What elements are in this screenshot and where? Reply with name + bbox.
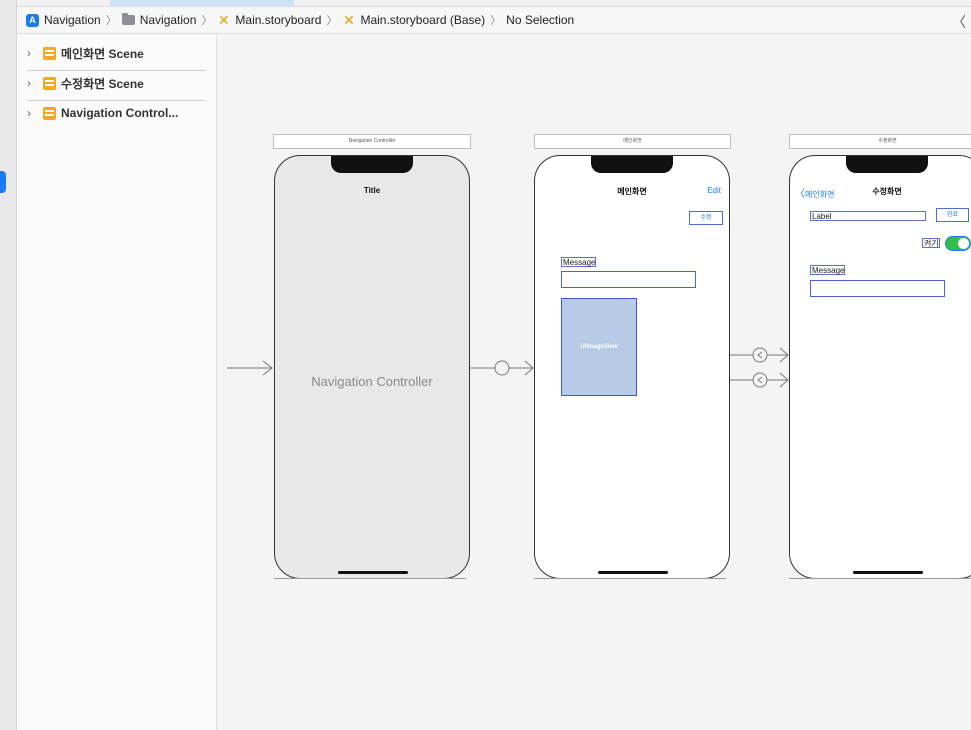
scene-icon [43,46,56,60]
breadcrumb-project[interactable]: A Navigation [26,13,101,27]
breadcrumb-chevron-icon: 〉 [105,15,117,27]
scene-header-main[interactable]: 메인화면 [534,134,731,149]
gutter-selection-marker [0,171,6,193]
breadcrumb-chevron-icon: 〉 [326,15,338,27]
image-view-label: UIImageView [580,344,618,350]
nav-title[interactable]: Title [275,186,469,195]
home-indicator [338,571,408,574]
disclosure-chevron-icon[interactable]: › [27,106,39,120]
home-indicator [598,571,668,574]
outline-item-label: 메인화면 Scene [61,46,144,61]
breadcrumb-storyboard-base-label: Main.storyboard (Base) [360,13,486,27]
outline-item-edit-scene[interactable]: › 수정화면 Scene [27,68,205,98]
navigation-controller-scene[interactable]: Title Navigation Controller [274,155,470,579]
storyboard-canvas[interactable]: Navigation Controller Title Navigation C… [217,35,971,730]
device-notch [591,156,673,173]
storyboard-icon: ✕ [218,11,230,28]
home-indicator [853,571,923,574]
tab-selected[interactable] [110,0,294,6]
outline-item-main-scene[interactable]: › 메인화면 Scene [27,38,205,68]
edit-label[interactable]: Label [810,211,926,221]
breadcrumb-project-label: Navigation [44,13,101,27]
scene-dock [534,578,726,579]
outline-item-label: 수정화면 Scene [61,76,144,91]
scene-header-edit[interactable]: 수정화면 [789,134,971,149]
left-gutter [0,0,17,730]
done-button[interactable]: 완료 [936,208,969,222]
breadcrumb-folder-label: Navigation [139,13,197,27]
message-label[interactable]: Message [561,257,597,267]
breadcrumb-storyboard-base[interactable]: ✕ Main.storyboard (Base) [342,11,486,28]
edit-button[interactable]: 수정 [689,211,723,225]
folder-icon [121,13,135,25]
app-project-icon: A [26,13,39,27]
breadcrumb-folder[interactable]: Navigation [121,13,197,27]
breadcrumb-selection[interactable]: No Selection [506,13,574,27]
navigation-controller-icon [43,106,56,120]
show-segue[interactable] [730,372,789,388]
message-text-field[interactable] [561,271,696,288]
tab-strip [17,0,971,7]
device-notch [846,156,928,173]
entry-point-arrow[interactable] [227,360,273,376]
back-chevron-icon[interactable]: 〈 [952,12,966,32]
scene-dock [789,578,971,579]
scene-header-navigation-controller[interactable]: Navigation Controller [273,134,471,149]
edit-scene[interactable]: 〈메인화면 수정화면 Label 완료 켜기 Message [789,155,971,579]
disclosure-chevron-icon[interactable]: › [27,76,39,90]
breadcrumb-selection-label: No Selection [506,13,575,27]
toggle-label[interactable]: 켜기 [922,238,940,248]
show-segue[interactable] [730,347,789,363]
toggle-switch[interactable] [945,236,971,251]
scene-icon [43,76,56,90]
image-view[interactable]: UIImageView [561,298,637,396]
outline-item-navigation-controller[interactable]: › Navigation Control... [27,98,205,128]
nav-title[interactable]: 수정화면 [790,186,971,197]
breadcrumb-storyboard[interactable]: ✕ Main.storyboard [217,11,322,28]
device-notch [331,156,413,173]
breadcrumb-storyboard-label: Main.storyboard [235,13,322,27]
main-scene[interactable]: 메인화면 Edit 수정 Message UIImageView [534,155,730,579]
message-label[interactable]: Message [810,265,846,275]
storyboard-icon: ✕ [343,11,355,28]
outline-item-label: Navigation Control... [61,106,179,120]
disclosure-chevron-icon[interactable]: › [27,46,39,60]
breadcrumb-chevron-icon: 〉 [201,15,213,27]
edit-bar-button[interactable]: Edit [707,186,721,195]
scene-dock [274,578,466,579]
document-outline: › 메인화면 Scene › 수정화면 Scene › Navigation C… [17,35,217,730]
nav-title[interactable]: 메인화면 [535,186,729,197]
navigation-controller-label: Navigation Controller [311,374,433,389]
breadcrumb: A Navigation 〉 Navigation 〉 ✕ Main.story… [17,7,971,34]
root-relationship-segue[interactable] [470,360,534,376]
message-text-field[interactable] [810,280,945,297]
breadcrumb-chevron-icon: 〉 [490,15,502,27]
